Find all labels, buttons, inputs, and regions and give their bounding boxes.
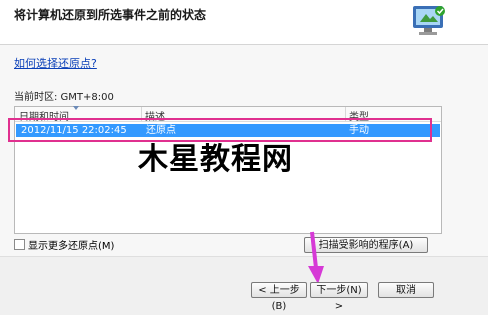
how-to-choose-link[interactable]: 如何选择还原点? (14, 55, 97, 71)
page-title: 将计算机还原到所选事件之前的状态 (14, 8, 207, 22)
next-button[interactable]: 下一步(N) > (310, 282, 368, 312)
pointer-arrow-icon (308, 231, 324, 284)
watermark-text: 木星教程网 (138, 142, 293, 177)
show-more-option[interactable]: 显示更多还原点(M) (14, 237, 114, 252)
cancel-button[interactable]: 取消 (378, 282, 434, 298)
system-restore-icon (413, 6, 445, 35)
timezone-label: 当前时区: GMT+8:00 (14, 92, 114, 103)
wizard-header: 将计算机还原到所选事件之前的状态 (0, 0, 488, 45)
back-button[interactable]: < 上一步(B) (251, 282, 307, 312)
show-more-label: 显示更多还原点(M) (28, 241, 115, 252)
show-more-checkbox[interactable] (14, 239, 25, 250)
sort-indicator-icon (73, 106, 79, 110)
